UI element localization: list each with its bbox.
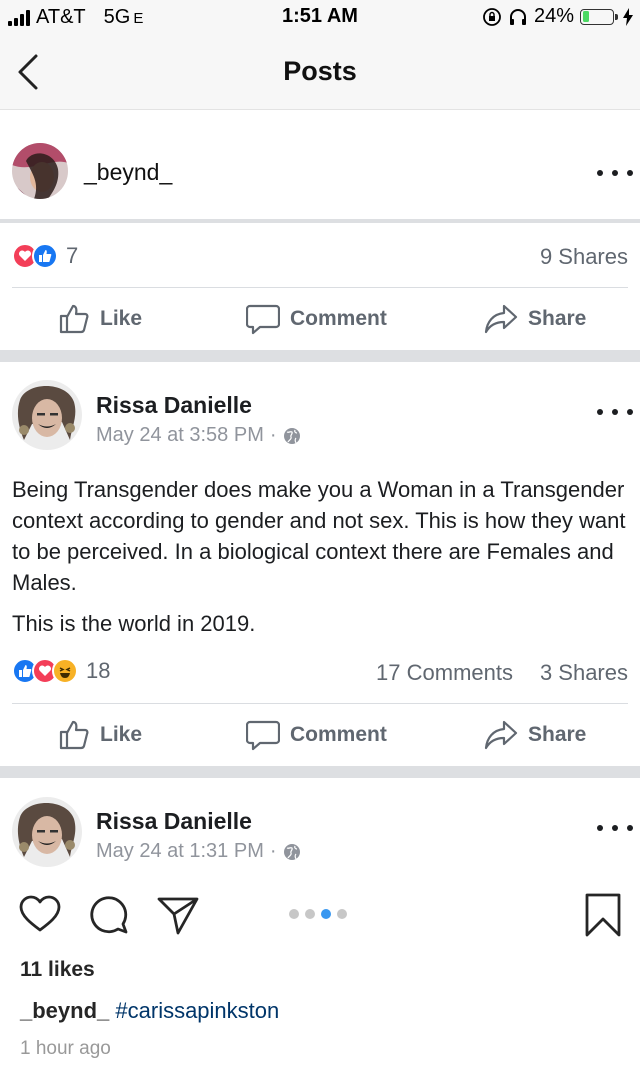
post-timestamp[interactable]: May 24 at 1:31 PM xyxy=(96,840,264,863)
comment-bubble-icon[interactable] xyxy=(88,894,130,936)
reactions-summary[interactable]: 18 xyxy=(12,658,110,684)
comment-label: Comment xyxy=(290,307,387,330)
caption-username[interactable]: _beynd_ xyxy=(20,998,109,1023)
shares-count[interactable]: 3 Shares xyxy=(540,660,628,686)
comment-label: Comment xyxy=(290,723,387,746)
caption: _beynd_ #carissapinkston xyxy=(20,998,279,1024)
battery-icon xyxy=(580,8,618,25)
carousel-dot xyxy=(305,909,315,919)
comment-icon xyxy=(246,304,280,335)
share-label: Share xyxy=(528,723,587,746)
globe-icon xyxy=(283,427,300,444)
post-text-closing: This is the world in 2019. xyxy=(12,611,256,636)
rotation-lock-icon xyxy=(483,7,501,26)
reactions-summary[interactable]: 7 xyxy=(12,243,78,269)
share-arrow-icon xyxy=(484,304,518,334)
reaction-count: 7 xyxy=(66,243,79,268)
comment-icon xyxy=(246,720,280,751)
shares-count[interactable]: 9 Shares xyxy=(540,244,628,270)
comment-button[interactable]: Comment xyxy=(246,303,387,335)
post-divider xyxy=(0,350,640,362)
post-text: Being Transgender does make you a Woman … xyxy=(12,477,626,595)
separator xyxy=(12,703,628,704)
heart-outline-icon[interactable] xyxy=(18,894,62,934)
separator xyxy=(12,287,628,288)
share-label: Share xyxy=(528,307,587,330)
more-options-button[interactable] xyxy=(597,821,633,835)
post-timestamp[interactable]: May 24 at 3:58 PM xyxy=(96,424,264,447)
post-author[interactable]: Rissa Danielle xyxy=(96,808,252,835)
reaction-count: 18 xyxy=(86,658,111,683)
divider xyxy=(0,219,640,223)
post-divider xyxy=(0,766,640,778)
carousel-dot xyxy=(337,909,347,919)
more-options-button[interactable] xyxy=(597,405,633,419)
bookmark-icon[interactable] xyxy=(584,892,622,938)
battery-percent: 24% xyxy=(533,5,574,27)
avatar[interactable] xyxy=(12,143,68,199)
like-label: Like xyxy=(100,307,143,330)
post-meta: May 24 at 1:31 PM · xyxy=(96,840,301,863)
share-arrow-icon xyxy=(484,720,518,750)
comment-button[interactable]: Comment xyxy=(246,719,387,751)
laugh-icon xyxy=(52,658,78,684)
like-label: Like xyxy=(100,723,143,746)
time-ago: 1 hour ago xyxy=(20,1038,111,1059)
carousel-indicator xyxy=(289,909,347,919)
globe-icon xyxy=(283,843,300,860)
share-button[interactable]: Share xyxy=(484,719,586,751)
carousel-dot xyxy=(321,909,331,919)
nav-bar: Posts xyxy=(0,34,640,110)
thumbs-up-icon xyxy=(59,304,89,334)
share-button[interactable]: Share xyxy=(484,303,586,335)
headphones-icon xyxy=(509,8,526,25)
likes-count[interactable]: 11 likes xyxy=(20,958,95,982)
comments-count[interactable]: 17 Comments xyxy=(376,660,513,686)
status-right: 24% xyxy=(482,5,634,28)
avatar[interactable] xyxy=(12,380,82,450)
carousel-dot xyxy=(289,909,299,919)
send-icon[interactable] xyxy=(156,894,200,936)
status-bar: AT&T 5G E 1:51 AM 24% xyxy=(0,0,640,34)
hashtag-link[interactable]: #carissapinkston xyxy=(115,998,279,1023)
post-meta: May 24 at 3:58 PM · xyxy=(96,424,301,447)
post-author[interactable]: Rissa Danielle xyxy=(96,392,252,419)
like-button[interactable]: Like xyxy=(58,303,142,335)
like-icon xyxy=(32,243,58,269)
avatar[interactable] xyxy=(12,797,82,867)
charging-bolt-icon xyxy=(623,7,633,26)
page-title: Posts xyxy=(283,56,357,86)
shared-post-username[interactable]: _beynd_ xyxy=(84,159,172,186)
more-options-button[interactable] xyxy=(597,166,633,180)
like-button[interactable]: Like xyxy=(58,719,142,751)
thumbs-up-icon xyxy=(59,720,89,750)
